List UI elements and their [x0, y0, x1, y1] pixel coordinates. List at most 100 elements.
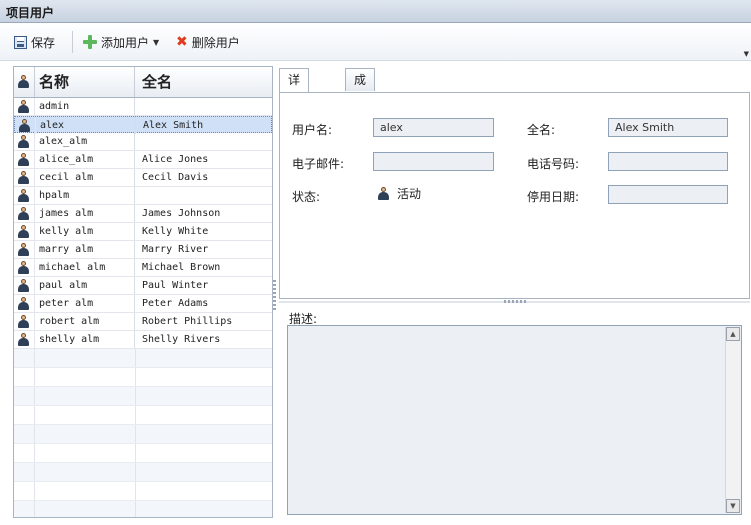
table-row[interactable]: alex_alm — [14, 133, 272, 151]
dropdown-arrow-icon[interactable]: ▼ — [153, 38, 159, 47]
delete-icon: ✖ — [176, 34, 188, 50]
grid-rows: admin alex Alex Smith alex_alm alice_alm Alic… — [14, 98, 272, 517]
user-icon — [18, 243, 29, 256]
cell-fullname: Kelly White — [142, 226, 209, 237]
horizontal-splitter-handle[interactable] — [279, 299, 750, 305]
user-icon — [18, 153, 29, 166]
add-user-button[interactable]: 添加用户 ▼ — [83, 33, 159, 51]
column-header-fullname[interactable]: 全名 — [136, 67, 272, 97]
cell-fullname — [136, 187, 272, 204]
delete-user-button[interactable]: ✖ 删除用户 — [176, 33, 240, 51]
row-icon-cell — [14, 223, 35, 240]
table-row[interactable]: michael alm Michael Brown — [14, 259, 272, 277]
empty-row — [14, 406, 272, 425]
table-row[interactable]: robert alm Robert Phillips — [14, 313, 272, 331]
user-icon — [18, 100, 29, 113]
user-icon — [18, 333, 29, 346]
table-row[interactable]: cecil alm Cecil Davis — [14, 169, 272, 187]
cell-username: paul alm — [35, 277, 135, 294]
user-icon — [18, 225, 29, 238]
row-icon-cell — [14, 151, 35, 168]
cell-fullname: Marry River — [142, 244, 209, 255]
row-icon-cell — [14, 169, 35, 186]
empty-row — [14, 444, 272, 463]
row-icon-cell — [14, 241, 35, 258]
tab-details[interactable]: 详细信息 — [279, 68, 310, 153]
toolbar-separator — [72, 31, 73, 53]
user-icon — [18, 207, 29, 220]
table-row[interactable]: marry alm Marry River — [14, 241, 272, 259]
cell-username: robert alm — [35, 313, 135, 330]
row-icon-cell — [14, 187, 35, 204]
scroll-up-icon[interactable]: ▲ — [726, 327, 740, 341]
empty-row — [14, 501, 272, 517]
fullname-field[interactable]: Alex Smith — [608, 118, 728, 137]
cell-username: alex — [36, 117, 136, 134]
toolbar-overflow-icon[interactable]: ▼ — [744, 50, 749, 58]
save-button[interactable]: 保存 — [14, 33, 55, 51]
username-field[interactable]: alex — [373, 118, 494, 137]
cell-fullname — [136, 133, 272, 150]
row-icon-cell — [14, 205, 35, 222]
cell-fullname: Alice Jones — [142, 154, 209, 165]
grid-header-icon-column[interactable] — [14, 67, 35, 97]
email-field[interactable] — [373, 152, 494, 171]
column-header-name[interactable]: 名称 — [35, 67, 135, 97]
cell-username: james alm — [35, 205, 135, 222]
row-icon-cell — [14, 259, 35, 276]
cell-fullname: Peter Adams — [142, 298, 209, 309]
users-grid: 名称 全名 admin alex Alex Smith alex_alm alice_a… — [13, 66, 273, 518]
row-icon-cell — [14, 313, 35, 330]
phone-field[interactable] — [608, 152, 728, 171]
table-row[interactable]: alex Alex Smith — [14, 116, 272, 134]
empty-row — [14, 368, 272, 387]
fullname-label: 全名: — [527, 123, 556, 137]
user-icon — [18, 315, 29, 328]
table-row[interactable]: alice_alm Alice Jones — [14, 151, 272, 169]
table-row[interactable]: james alm James Johnson — [14, 205, 272, 223]
user-icon — [18, 261, 29, 274]
cell-username: admin — [35, 98, 135, 115]
window-title: 项目用户 — [6, 6, 55, 20]
cell-username: cecil alm — [35, 169, 135, 186]
vertical-splitter-handle[interactable] — [273, 280, 276, 312]
toolbar: 保存 添加用户 ▼ ✖ 删除用户 — [0, 23, 751, 61]
table-row[interactable]: peter alm Peter Adams — [14, 295, 272, 313]
cell-fullname: Robert Phillips — [142, 316, 233, 327]
table-row[interactable]: kelly alm Kelly White — [14, 223, 272, 241]
user-icon — [18, 75, 29, 88]
table-row[interactable]: shelly alm Shelly Rivers — [14, 331, 272, 349]
description-textarea[interactable]: ▲ ▼ — [287, 325, 742, 515]
add-user-label: 添加用户 — [101, 35, 150, 50]
window-titlebar: 项目用户 — [0, 0, 751, 23]
cell-username: alex_alm — [35, 133, 135, 150]
deactivation-date-label: 停用日期: — [527, 190, 580, 204]
cell-fullname — [136, 98, 272, 115]
description-scrollbar[interactable]: ▲ ▼ — [725, 327, 740, 513]
user-icon — [18, 297, 29, 310]
cell-fullname: Shelly Rivers — [142, 334, 221, 345]
status-value: 活动 — [378, 185, 421, 202]
scroll-down-icon[interactable]: ▼ — [726, 499, 740, 513]
empty-row — [14, 482, 272, 501]
cell-username: michael alm — [35, 259, 135, 276]
status-label: 状态: — [292, 190, 321, 204]
cell-fullname: Michael Brown — [142, 262, 221, 273]
empty-row — [14, 463, 272, 482]
deactivation-date-field[interactable] — [608, 185, 728, 204]
status-text: 活动 — [397, 187, 422, 201]
save-icon — [14, 35, 27, 49]
delete-user-label: 删除用户 — [191, 35, 240, 50]
empty-row — [14, 387, 272, 406]
cell-username: hpalm — [35, 187, 135, 204]
cell-username: alice_alm — [35, 151, 135, 168]
table-row[interactable]: paul alm Paul Winter — [14, 277, 272, 295]
user-icon — [18, 171, 29, 184]
user-icon — [18, 135, 29, 148]
table-row[interactable]: admin — [14, 98, 272, 116]
tab-membership[interactable]: 成员资格 — [345, 68, 376, 153]
add-icon — [83, 35, 97, 49]
cell-username: shelly alm — [35, 331, 135, 348]
save-label: 保存 — [31, 35, 56, 50]
table-row[interactable]: hpalm — [14, 187, 272, 205]
